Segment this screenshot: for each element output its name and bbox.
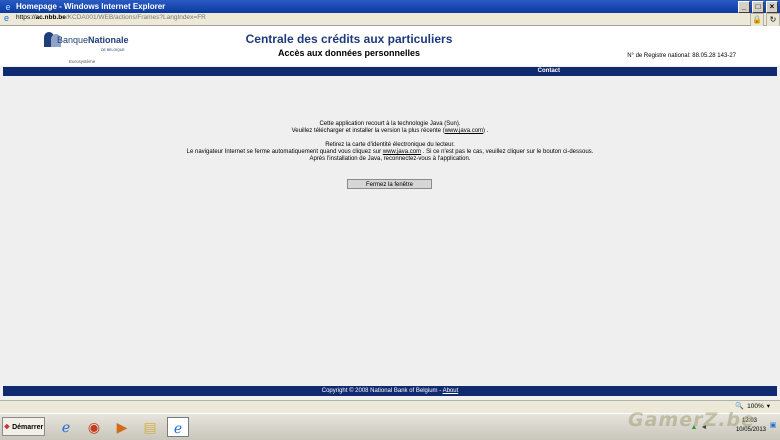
national-registry-number: N° de Registre national: 88.05.28 143-27	[627, 53, 736, 59]
ie-taskbar-button[interactable]: ℯ	[167, 417, 189, 437]
firefox-quicklaunch-icon[interactable]: ◉	[83, 417, 105, 437]
start-button[interactable]: ❖ Démarrer	[2, 417, 45, 436]
reconnect-info: Après l'installation de Java, reconnecte…	[309, 156, 471, 162]
eid-instruction: Retirez la carte d'identité électronique…	[325, 142, 455, 148]
window-controls: _ □ ×	[738, 1, 778, 13]
page-header: BanqueNationale DE BELGIQUE Eurosystème …	[0, 26, 780, 66]
folder-quicklaunch-icon[interactable]: ▤	[139, 417, 161, 437]
contact-link[interactable]: Contact	[538, 67, 560, 76]
java-info-line-1: Cette application recourt à la technolog…	[319, 121, 461, 127]
show-desktop-icon[interactable]: ▣	[769, 422, 777, 430]
about-link[interactable]: About	[443, 388, 459, 394]
url-field[interactable]: https://ac.nbb.be/KCDA001/WEB/actions/Fr…	[16, 14, 206, 21]
maximize-button[interactable]: □	[752, 1, 764, 13]
page-subtitle: Accès aux données personnelles	[277, 48, 421, 58]
copyright-text: Copyright © 2008 National Bank of Belgiu…	[321, 388, 442, 394]
url-path: /KCDA001/WEB/actions/Frames?LangIndex=FR	[65, 14, 206, 21]
page-title: Centrale des crédits aux particuliers	[245, 32, 453, 46]
page-footer: Copyright © 2008 National Bank of Belgiu…	[3, 386, 777, 396]
refresh-icon[interactable]: ↻	[766, 13, 780, 27]
internet-explorer-icon: e	[5, 1, 11, 12]
logo-tagline: Eurosystème	[69, 59, 96, 64]
media-player-quicklaunch-icon[interactable]: ▶	[111, 417, 133, 437]
ie-page-icon: e	[4, 13, 10, 23]
page-viewport: BanqueNationale DE BELGIQUE Eurosystème …	[0, 26, 780, 400]
window-title: Homepage - Windows Internet Explorer	[16, 2, 166, 11]
java-link[interactable]: www.java.com	[445, 128, 483, 134]
minimize-button[interactable]: _	[738, 1, 750, 13]
site-watermark: GamerZ.be	[628, 409, 755, 431]
nav-bar: Contact	[3, 67, 777, 76]
chevron-down-icon[interactable]: ▾	[767, 402, 770, 410]
url-host: ac.nbb.be	[35, 14, 66, 21]
browser-close-info: Le navigateur Internet se ferme automati…	[186, 149, 594, 155]
close-window-button[interactable]: ×	[766, 1, 778, 13]
java-link-2[interactable]: www.java.com	[383, 149, 421, 155]
lock-icon[interactable]: 🔒	[750, 13, 764, 27]
close-window-page-button[interactable]: Fermez la fenêtre	[347, 179, 432, 189]
internet-explorer-quicklaunch-icon[interactable]: ℯ	[55, 417, 77, 437]
window-title-bar[interactable]: e Homepage - Windows Internet Explorer _…	[0, 0, 780, 13]
windows-flag-icon: ❖	[3, 424, 11, 431]
address-bar[interactable]: e https://ac.nbb.be/KCDA001/WEB/actions/…	[0, 13, 780, 27]
main-content: Cette application recourt à la technolog…	[0, 76, 780, 386]
address-tools: 🔒 ↻	[750, 13, 780, 27]
url-scheme: https://	[16, 14, 36, 21]
java-info-line-2: Veuillez télécharger et installer la ver…	[291, 128, 489, 134]
